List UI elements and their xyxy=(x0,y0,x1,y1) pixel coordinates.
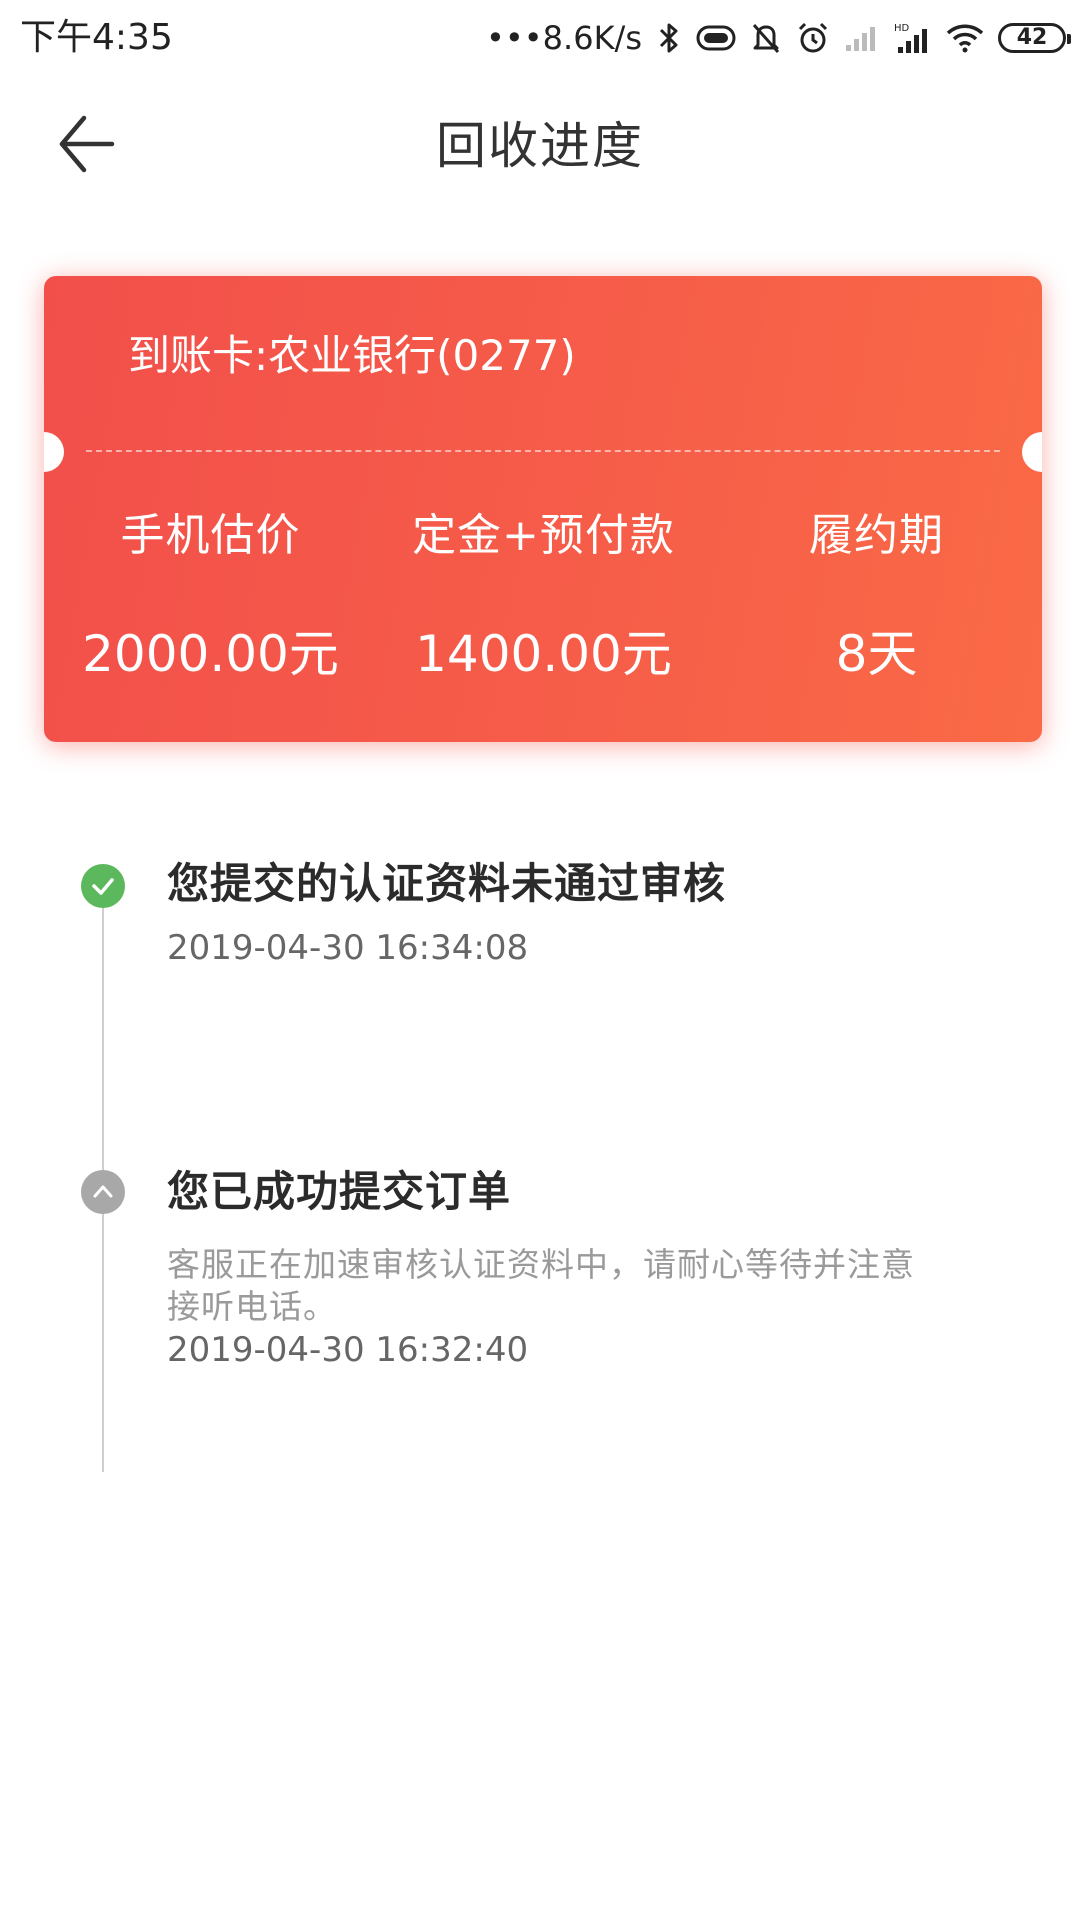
signal-weak-icon xyxy=(844,23,880,53)
deposit-label: 定金+预付款 xyxy=(412,510,675,561)
card-notch-left xyxy=(44,432,64,472)
card-col-estimate: 手机估价 2000.00元 xyxy=(44,508,377,684)
timeline-item-title: 您提交的认证资料未通过审核 xyxy=(167,859,727,908)
card-divider xyxy=(86,450,1000,452)
mute-icon xyxy=(750,21,782,55)
term-label: 履约期 xyxy=(809,510,944,561)
app-root: 下午4:35 •••8.6K/s HD 42 回收进度 到账卡:农业银行(027… xyxy=(0,0,1080,1920)
svg-text:HD: HD xyxy=(894,23,910,34)
timeline-item-time: 2019-04-30 16:32:40 xyxy=(167,1330,529,1370)
deposit-value: 1400.00元 xyxy=(415,625,672,683)
network-speed: •••8.6K/s xyxy=(486,19,642,57)
status-icons: •••8.6K/s HD 42 xyxy=(486,10,1071,66)
vibrate-icon xyxy=(696,24,736,52)
check-icon xyxy=(81,864,125,908)
status-time: 下午4:35 xyxy=(20,17,173,58)
timeline-item-time: 2019-04-30 16:34:08 xyxy=(167,928,529,968)
alarm-icon xyxy=(796,21,830,55)
order-card: 到账卡:农业银行(0277) 手机估价 2000.00元 定金+预付款 1400… xyxy=(44,276,1042,742)
page-title: 回收进度 xyxy=(436,117,644,175)
desc-line-2: 接听电话。 xyxy=(167,1287,337,1326)
wifi-icon xyxy=(946,23,984,53)
estimate-label: 手机估价 xyxy=(120,510,301,561)
desc-line-1: 客服正在加速审核认证资料中，请耐心等待并注意 xyxy=(167,1245,915,1284)
estimate-value: 2000.00元 xyxy=(82,625,339,683)
signal-hd-icon: HD xyxy=(894,21,932,55)
card-col-term: 履约期 8天 xyxy=(710,508,1042,684)
battery-icon: 42 xyxy=(998,23,1071,53)
bluetooth-icon xyxy=(656,21,682,55)
nav-bar: 回收进度 xyxy=(0,76,1080,212)
card-notch-right xyxy=(1022,432,1042,472)
card-account: 到账卡:农业银行(0277) xyxy=(128,331,576,380)
card-col-deposit: 定金+预付款 1400.00元 xyxy=(377,508,710,684)
timeline-item-desc: 客服正在加速审核认证资料中，请耐心等待并注意 接听电话。 xyxy=(167,1244,967,1328)
term-value: 8天 xyxy=(835,625,918,683)
timeline-item-title: 您已成功提交订单 xyxy=(167,1167,512,1216)
progress-timeline: 您提交的认证资料未通过审核 2019-04-30 16:34:08 您已成功提交… xyxy=(0,840,1080,1480)
order-card-wrapper: 到账卡:农业银行(0277) 手机估价 2000.00元 定金+预付款 1400… xyxy=(44,276,1042,742)
chevron-up-icon xyxy=(81,1170,125,1214)
status-bar: 下午4:35 •••8.6K/s HD 42 xyxy=(0,0,1080,76)
